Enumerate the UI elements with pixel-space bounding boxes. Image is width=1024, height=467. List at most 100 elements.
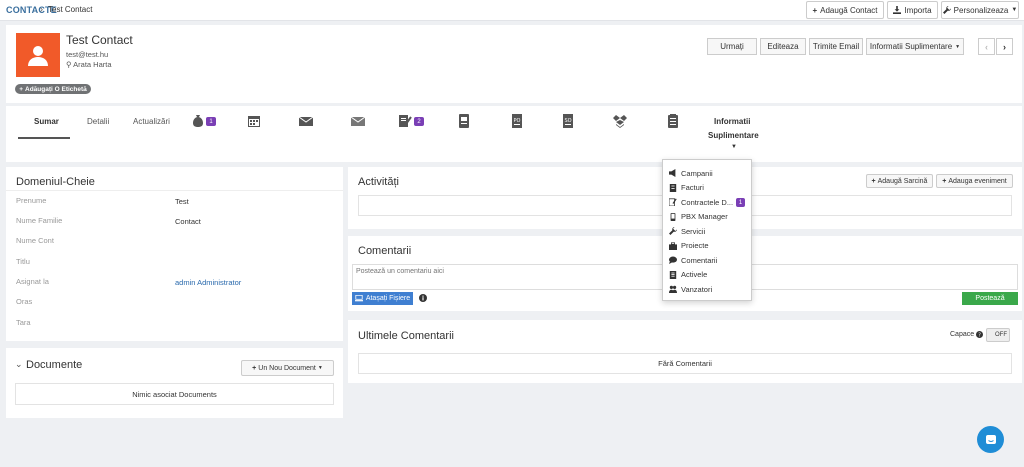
- briefcase-icon: [669, 241, 677, 250]
- import-label: Importa: [904, 5, 932, 15]
- tab-summary[interactable]: Sumar: [34, 117, 59, 126]
- menu-item-pbx-manager[interactable]: PBX Manager: [669, 211, 728, 223]
- tab-updates[interactable]: Actualizări: [133, 117, 170, 126]
- field-value-assigned-to[interactable]: admin Administrator: [175, 278, 241, 287]
- megaphone-icon: [669, 169, 676, 177]
- chat-icon: [985, 434, 996, 444]
- clipboard-icon: [668, 114, 678, 128]
- menu-item-label: PBX Manager: [681, 212, 728, 221]
- menu-item-label: Servicii: [681, 226, 706, 236]
- caps-label: Capace: [950, 331, 975, 338]
- tab-contracts[interactable]: [398, 114, 412, 128]
- opportunities-count-badge: 1: [206, 117, 216, 126]
- help-icon[interactable]: ?: [976, 331, 983, 338]
- envelope-icon: [298, 116, 314, 126]
- import-button[interactable]: Importa: [887, 1, 938, 19]
- documents-title: Documente: [26, 359, 83, 371]
- menu-item-invoices[interactable]: Facturi: [669, 182, 704, 194]
- add-contact-label: Adaugă Contact: [820, 5, 878, 15]
- plus-icon: +: [942, 177, 947, 185]
- field-value-first-name[interactable]: Test: [175, 197, 189, 206]
- field-label-first-name: Prenume: [16, 196, 47, 205]
- download-icon: [893, 6, 902, 14]
- user-icon: [28, 46, 48, 66]
- menu-item-label: Campanii: [681, 168, 713, 178]
- menu-item-label: Proiecte: [681, 241, 709, 250]
- add-contact-button[interactable]: + Adaugă Contact: [806, 1, 884, 19]
- plus-icon: +: [252, 364, 257, 372]
- menu-item-vendors[interactable]: Vanzatori: [669, 283, 712, 295]
- mail-icon: [350, 116, 366, 126]
- tab-emails[interactable]: [298, 114, 314, 128]
- follow-button[interactable]: Urmați: [707, 38, 757, 55]
- plus-icon: +: [19, 85, 24, 93]
- tab-sales-orders[interactable]: SO: [561, 114, 575, 128]
- add-tag-button[interactable]: + Adăugați O Etichetă: [15, 84, 91, 94]
- field-label-country: Tara: [16, 318, 31, 327]
- map-link[interactable]: ⚲ Arata Harta: [66, 60, 112, 69]
- caps-toggle[interactable]: OFF: [986, 328, 1010, 342]
- contact-name: Test Contact: [66, 33, 133, 47]
- map-marker-icon: ⚲: [66, 60, 72, 69]
- money-bag-icon: [193, 115, 203, 127]
- menu-item-assets[interactable]: Activele: [669, 269, 707, 281]
- svg-text:?: ?: [978, 333, 981, 338]
- field-value-last-name[interactable]: Contact: [175, 217, 201, 226]
- send-email-button[interactable]: Trimite Email: [809, 38, 863, 55]
- menu-item-services[interactable]: Servicii: [669, 225, 705, 237]
- tab-calendar[interactable]: [247, 114, 261, 128]
- add-event-button[interactable]: + Adauga eveniment: [936, 174, 1013, 188]
- tab-quotes[interactable]: [666, 114, 680, 128]
- documents-empty-message: Nimic asociat Documents: [15, 383, 334, 405]
- contract-icon: [399, 115, 412, 127]
- customize-button[interactable]: Personalizeaza ▼: [941, 1, 1019, 19]
- tab-products[interactable]: [613, 114, 627, 128]
- contracts-count-badge: 2: [414, 117, 424, 126]
- tab-more-info-line2[interactable]: Suplimentare: [708, 131, 759, 140]
- menu-item-campaigns[interactable]: Campanii: [669, 167, 713, 179]
- caret-down-icon: ▼: [731, 144, 737, 150]
- tab-mail[interactable]: [350, 114, 366, 128]
- tab-documents-module[interactable]: [457, 114, 471, 128]
- info-icon[interactable]: [419, 294, 427, 302]
- new-document-button[interactable]: + Un Nou Document ▼: [241, 360, 334, 376]
- tab-more-info-line1[interactable]: Informatii: [714, 117, 750, 126]
- divider: [6, 190, 343, 191]
- menu-item-label: Activele: [681, 270, 708, 279]
- chat-launcher-button[interactable]: [977, 426, 1004, 453]
- activities-title: Activități: [358, 176, 399, 188]
- plus-icon: +: [871, 177, 876, 185]
- menu-item-projects[interactable]: Proiecte: [669, 240, 709, 252]
- tab-purchase-orders[interactable]: PO: [510, 114, 524, 128]
- customize-label: Personalizeaza: [953, 5, 1009, 15]
- menu-item-label: Facturi: [681, 183, 704, 192]
- field-label-account-name: Nume Cont: [16, 236, 54, 245]
- attach-files-button[interactable]: Atașați Fișiere: [352, 292, 413, 305]
- next-record-button[interactable]: ›: [996, 38, 1013, 55]
- edit-button[interactable]: Editeaza: [760, 38, 806, 55]
- comments-title: Comentarii: [358, 245, 412, 257]
- comment-icon: [669, 256, 677, 264]
- prev-record-button[interactable]: ‹: [978, 38, 995, 55]
- more-info-button[interactable]: Informatii Suplimentare ▼: [866, 38, 964, 55]
- chevron-left-icon: ‹: [985, 41, 988, 52]
- tab-opportunities[interactable]: [191, 114, 205, 128]
- field-label-assigned-to: Asignat la: [16, 277, 49, 286]
- svg-text:SO: SO: [564, 118, 571, 124]
- add-event-label: Adauga eveniment: [948, 177, 1007, 185]
- menu-item-comments[interactable]: Comentarii: [669, 254, 717, 266]
- contact-email[interactable]: test@test.hu: [66, 50, 108, 59]
- add-task-label: Adaugă Sarcină: [877, 177, 928, 185]
- menu-item-label: Comentarii: [681, 255, 718, 265]
- add-task-button[interactable]: + Adaugă Sarcină: [866, 174, 933, 188]
- chevron-down-icon[interactable]: ⌄: [15, 359, 23, 370]
- latest-comments-empty-message: Fără Comentarii: [358, 353, 1012, 374]
- key-fields-panel: [6, 167, 343, 341]
- tab-details[interactable]: Detalii: [87, 117, 109, 126]
- post-comment-button[interactable]: Postează: [962, 292, 1018, 305]
- contracts-menu-badge: 1: [736, 198, 745, 207]
- chevron-right-icon: ›: [1003, 41, 1006, 52]
- latest-comments-title: Ultimele Comentarii: [358, 330, 454, 342]
- menu-item-contracts[interactable]: Contractele D...: [669, 196, 733, 208]
- vendor-icon: [669, 285, 677, 293]
